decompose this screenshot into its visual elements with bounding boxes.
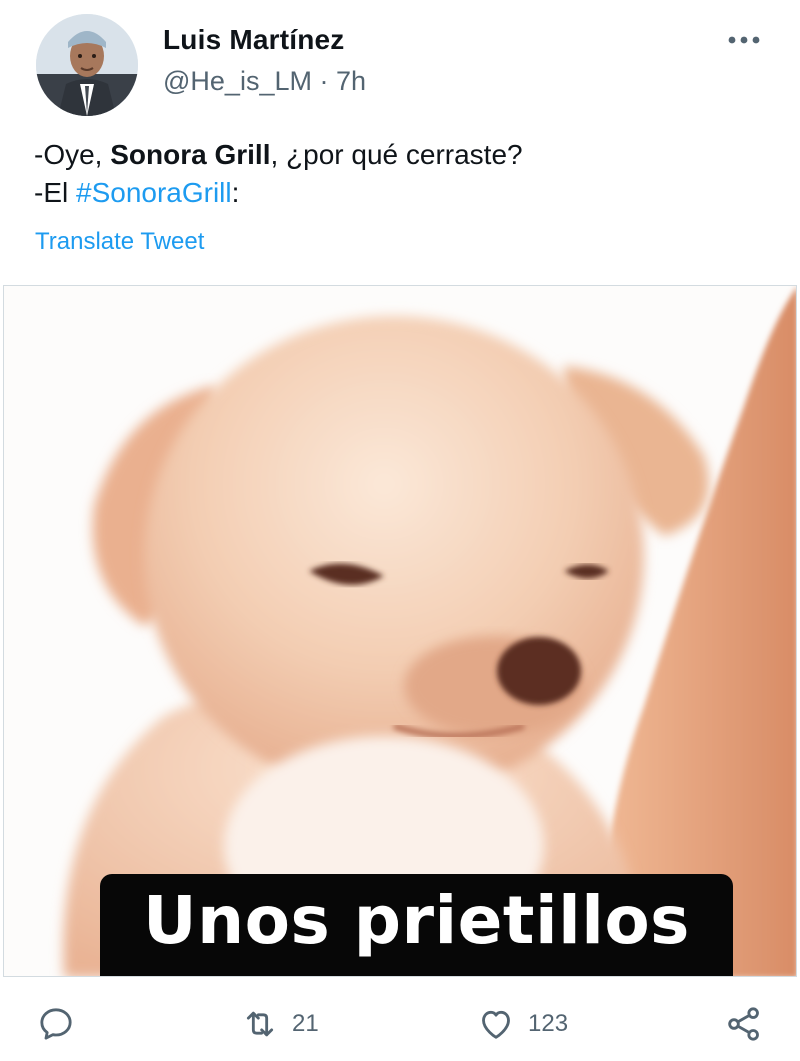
reply-icon <box>40 1008 72 1040</box>
author-display-name[interactable]: Luis Martínez <box>163 24 345 56</box>
tweet-text: -Oye, Sonora Grill, ¿por qué cerraste? -… <box>34 136 523 212</box>
more-horizontal-icon <box>728 36 760 44</box>
tweet-bold-text: Sonora Grill <box>110 139 271 170</box>
tweet-line-1-prefix: -Oye, <box>34 139 111 170</box>
like-count: 123 <box>528 1010 569 1037</box>
like-icon <box>482 1010 510 1039</box>
translate-tweet-link[interactable]: Translate Tweet <box>35 228 204 256</box>
reply-button[interactable] <box>36 1000 76 1048</box>
author-handle-line: @He_is_LM · 7h <box>163 66 366 97</box>
retweet-count: 21 <box>292 1010 319 1037</box>
meme-caption-text: Unos prietillos <box>143 882 690 959</box>
hashtag-link[interactable]: #SonoraGrill <box>76 177 232 208</box>
tweet-media-image[interactable]: Unos prietillos <box>3 285 797 977</box>
meme-caption: Unos prietillos <box>100 874 733 976</box>
tweet-line-2-suffix: : <box>231 177 240 208</box>
tweet-timestamp[interactable]: 7h <box>336 66 366 96</box>
tweet-line-1-suffix: , ¿por qué cerraste? <box>270 139 523 170</box>
avatar[interactable] <box>36 14 138 116</box>
retweet-button[interactable]: 21 <box>240 1000 319 1048</box>
share-icon <box>728 1007 759 1041</box>
tweet-line-2-prefix: -El <box>34 177 76 208</box>
tweet-line-1: -Oye, Sonora Grill, ¿por qué cerraste? <box>34 136 523 174</box>
share-button[interactable] <box>724 1000 764 1048</box>
tweet-actions-bar: 21 123 <box>0 1000 800 1050</box>
author-handle[interactable]: @He_is_LM <box>163 66 312 96</box>
retweet-icon <box>246 1011 274 1037</box>
more-button[interactable] <box>722 24 766 56</box>
separator-dot: · <box>319 66 329 96</box>
tweet-line-2: -El #SonoraGrill: <box>34 174 523 212</box>
like-button[interactable]: 123 <box>476 1000 568 1048</box>
